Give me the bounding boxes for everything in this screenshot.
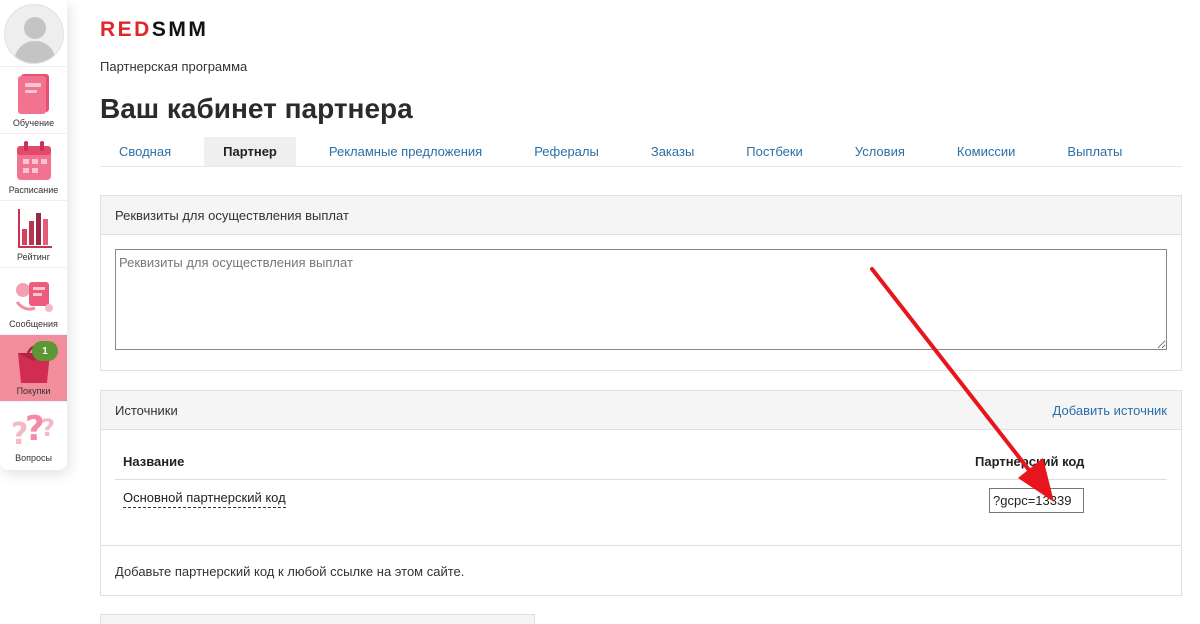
- add-source-link[interactable]: Добавить источник: [1053, 403, 1167, 418]
- tab-summary[interactable]: Сводная: [100, 137, 190, 166]
- purchases-badge: 1: [32, 341, 58, 361]
- next-panel-header: [100, 614, 535, 624]
- tab-referrals[interactable]: Рефералы: [515, 137, 618, 166]
- sidebar-item-label: Вопросы: [15, 453, 52, 463]
- breadcrumb: Партнерская программа: [100, 59, 248, 74]
- tab-orders[interactable]: Заказы: [632, 137, 713, 166]
- brand-logo[interactable]: REDSMM: [100, 18, 208, 42]
- sidebar-item-label: Расписание: [8, 185, 59, 195]
- sidebar-item-purchases[interactable]: 1 Покупки: [0, 334, 67, 401]
- sidebar-item-messages[interactable]: Сообщения: [0, 267, 67, 334]
- requisites-panel-header: Реквизиты для осуществления выплат: [101, 196, 1181, 235]
- tab-postbacks[interactable]: Постбеки: [727, 137, 822, 166]
- source-name-link[interactable]: Основной партнерский код: [123, 490, 286, 508]
- avatar[interactable]: [4, 4, 64, 64]
- sources-panel-header: Источники Добавить источник: [101, 391, 1181, 430]
- tab-bar: Сводная Партнер Рекламные предложения Ре…: [100, 137, 1182, 167]
- brand-logo-black: SMM: [151, 18, 209, 41]
- sidebar-item-label: Сообщения: [9, 319, 58, 329]
- bar-chart-icon: [17, 209, 52, 248]
- sources-panel-title: Источники: [115, 402, 178, 418]
- page-title: Ваш кабинет партнера: [100, 93, 413, 124]
- sidebar-item-education[interactable]: Обучение: [0, 66, 67, 133]
- table-header-divider: [115, 479, 1167, 480]
- sidebar-item-questions[interactable]: ? ? ? Вопросы: [0, 401, 67, 468]
- column-header-partner-code: Партнерский код: [975, 454, 1085, 469]
- requisites-textarea[interactable]: [115, 249, 1167, 350]
- column-header-name: Название: [123, 454, 185, 469]
- question-marks-icon: ? ? ?: [11, 409, 55, 452]
- tab-ad-offers[interactable]: Рекламные предложения: [310, 137, 501, 166]
- messages-icon: [15, 282, 53, 312]
- panel-divider: [101, 545, 1181, 546]
- sidebar-item-label: Рейтинг: [16, 252, 51, 262]
- brand-logo-red: RED: [100, 18, 152, 41]
- sources-panel: Источники Добавить источник Название Пар…: [100, 390, 1182, 596]
- requisites-panel-title: Реквизиты для осуществления выплат: [115, 207, 349, 223]
- sidebar: Обучение Расписание Рейтинг Сообщения 1 …: [0, 0, 67, 470]
- notebook-icon: [17, 74, 49, 114]
- requisites-panel: Реквизиты для осуществления выплат: [100, 195, 1182, 371]
- sidebar-item-schedule[interactable]: Расписание: [0, 133, 67, 200]
- partner-code-input[interactable]: [989, 488, 1084, 513]
- partner-code-hint: Добавьте партнерский код к любой ссылке …: [115, 564, 465, 579]
- tab-commissions[interactable]: Комиссии: [938, 137, 1035, 166]
- sidebar-item-rating[interactable]: Рейтинг: [0, 200, 67, 267]
- sidebar-item-label: Покупки: [16, 386, 51, 396]
- tab-terms[interactable]: Условия: [836, 137, 924, 166]
- tab-partner[interactable]: Партнер: [204, 137, 296, 166]
- svg-text:?: ?: [41, 414, 55, 442]
- user-silhouette-icon: [13, 17, 57, 63]
- calendar-icon: [16, 141, 51, 180]
- tab-payouts[interactable]: Выплаты: [1048, 137, 1141, 166]
- sidebar-item-label: Обучение: [12, 118, 55, 128]
